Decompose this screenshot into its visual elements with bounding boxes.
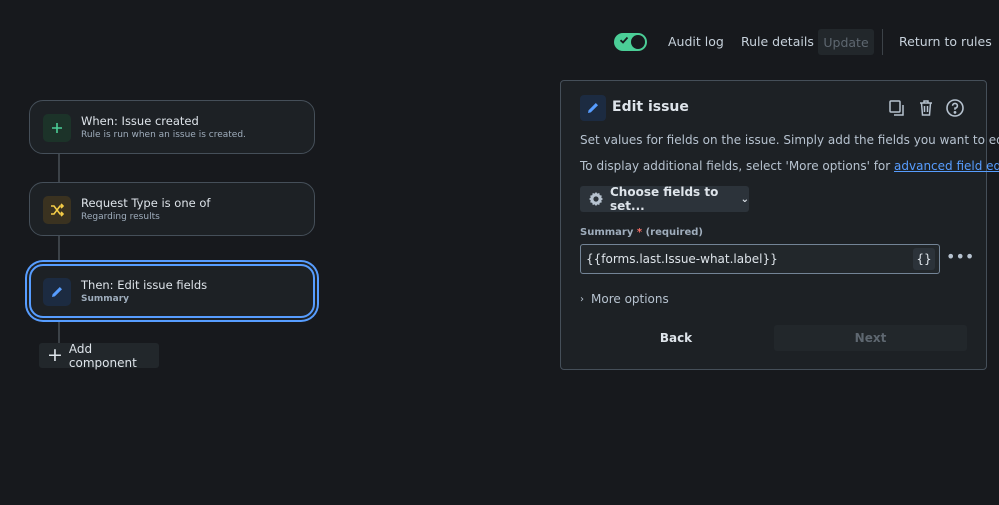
panel-description: Set values for fields on the issue. Simp… <box>580 133 999 147</box>
chevron-right-icon: › <box>580 293 584 305</box>
required-asterisk: * <box>636 227 643 238</box>
condition-node[interactable]: Request Type is one of Regarding results <box>29 182 315 236</box>
next-button[interactable]: Next <box>774 325 967 351</box>
summary-field-label: Summary * (required) <box>580 227 703 238</box>
toggle-knob <box>631 35 645 49</box>
panel-hint: To display additional fields, select 'Mo… <box>580 159 999 173</box>
node-subtitle: Rule is run when an issue is created. <box>81 130 246 140</box>
check-icon <box>619 36 629 44</box>
node-title: When: Issue created <box>81 114 199 128</box>
trash-icon[interactable] <box>915 97 937 119</box>
rule-enabled-toggle[interactable] <box>614 33 647 51</box>
summary-input[interactable]: {{forms.last.Issue-what.label}} {} <box>580 244 940 274</box>
return-to-rules-link[interactable]: Return to rules <box>899 34 992 49</box>
summary-value: {{forms.last.Issue-what.label}} <box>586 252 778 266</box>
plus-icon: + <box>47 344 63 366</box>
panel-title: Edit issue <box>612 99 689 115</box>
gear-icon <box>588 191 604 207</box>
plus-icon <box>43 114 71 142</box>
toolbar-divider <box>882 29 883 55</box>
back-button[interactable]: Back <box>581 325 771 351</box>
edit-issue-panel: Edit issue Set values for fields on the … <box>560 80 999 370</box>
more-actions-icon[interactable]: ••• <box>946 247 974 266</box>
pencil-icon <box>580 95 606 121</box>
node-title: Request Type is one of <box>81 196 211 210</box>
add-component-button[interactable]: + Add component <box>39 341 159 370</box>
help-icon[interactable] <box>944 97 966 119</box>
trigger-node[interactable]: When: Issue created Rule is run when an … <box>29 100 315 154</box>
shuffle-icon <box>43 196 71 224</box>
advanced-field-editing-link[interactable]: advanced field editing <box>894 159 999 173</box>
update-button[interactable]: Update <box>818 29 874 55</box>
node-subtitle: Regarding results <box>81 212 160 222</box>
add-component-label: Add component <box>68 341 137 370</box>
chevron-down-icon: ⌄ <box>740 193 749 205</box>
flow-connector <box>58 154 60 182</box>
smart-value-button[interactable]: {} <box>913 248 935 270</box>
rule-details-link[interactable]: Rule details <box>741 34 814 49</box>
required-text: (required) <box>645 227 703 238</box>
pencil-icon <box>43 278 71 306</box>
action-node[interactable]: Then: Edit issue fields Summary <box>29 264 315 318</box>
audit-log-link[interactable]: Audit log <box>668 34 724 49</box>
node-subtitle: Summary <box>81 294 130 304</box>
choose-fields-button[interactable]: Choose fields to set... ⌄ <box>580 185 749 213</box>
panel-toolbar <box>886 97 966 119</box>
copy-icon[interactable] <box>886 97 908 119</box>
more-options-toggle[interactable]: › More options <box>580 292 669 306</box>
more-options-label: More options <box>591 292 669 306</box>
node-title: Then: Edit issue fields <box>81 278 208 292</box>
choose-fields-label: Choose fields to set... <box>610 185 719 213</box>
flow-connector <box>58 319 60 343</box>
flow-connector <box>58 236 60 264</box>
